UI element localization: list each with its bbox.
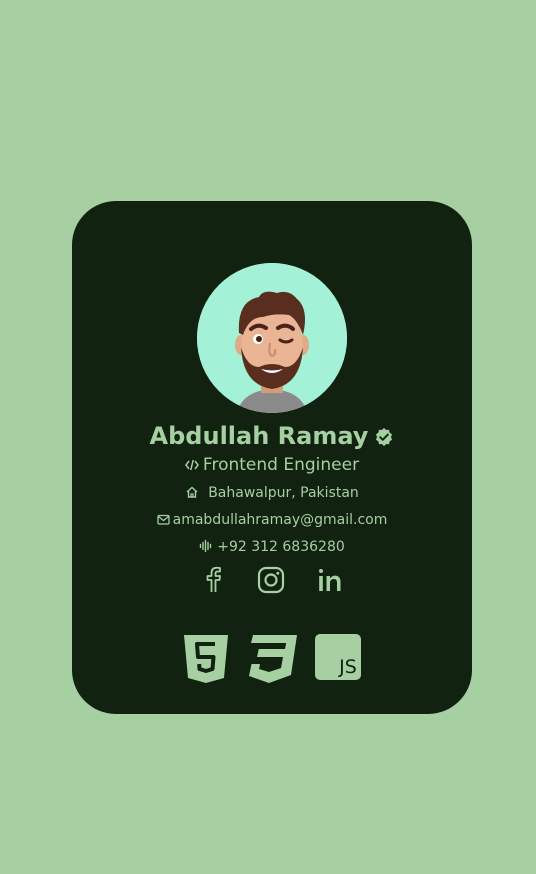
name-row: Abdullah Ramay bbox=[72, 419, 472, 453]
avatar bbox=[197, 263, 347, 413]
linkedin-icon[interactable] bbox=[315, 565, 345, 599]
role-row: Frontend Engineer bbox=[72, 453, 472, 477]
verified-badge-icon bbox=[376, 428, 393, 446]
page: Abdullah Ramay Frontend Engineer Bahawal… bbox=[0, 0, 536, 874]
javascript-icon: JS bbox=[314, 633, 362, 685]
soundwave-icon bbox=[200, 539, 212, 553]
code-icon bbox=[184, 459, 199, 471]
tech-stack: JS bbox=[72, 633, 472, 689]
memoji-avatar-icon bbox=[197, 263, 347, 413]
mail-icon bbox=[156, 514, 170, 525]
profile-name: Abdullah Ramay bbox=[149, 422, 369, 450]
home-icon bbox=[186, 486, 198, 498]
profile-card: Abdullah Ramay Frontend Engineer Bahawal… bbox=[72, 201, 472, 714]
css3-icon bbox=[245, 633, 299, 689]
location-text: Bahawalpur, Pakistan bbox=[208, 485, 359, 501]
email-link[interactable]: amabdullahramay@gmail.com bbox=[173, 512, 388, 528]
social-links bbox=[72, 565, 472, 599]
phone-row[interactable]: +92 312 6836280 bbox=[72, 537, 472, 557]
html5-icon bbox=[182, 633, 230, 689]
email-row[interactable]: amabdullahramay@gmail.com bbox=[72, 510, 472, 530]
role-text: Frontend Engineer bbox=[202, 455, 360, 475]
instagram-icon[interactable] bbox=[256, 565, 286, 599]
facebook-icon[interactable] bbox=[199, 565, 227, 599]
phone-link[interactable]: +92 312 6836280 bbox=[217, 539, 345, 555]
location-row: Bahawalpur, Pakistan bbox=[72, 483, 472, 503]
svg-text:JS: JS bbox=[338, 656, 357, 678]
